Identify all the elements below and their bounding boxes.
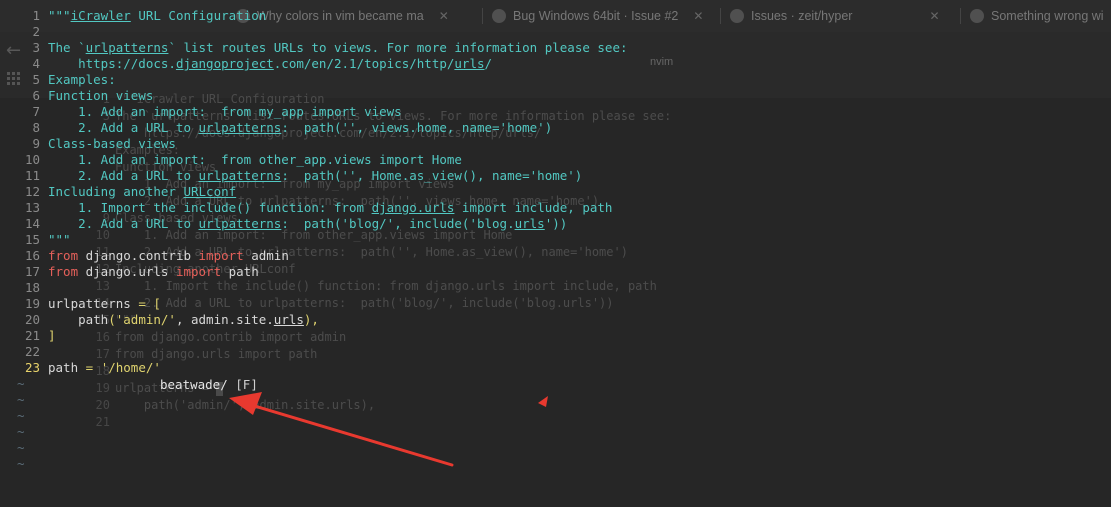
annotation-arrow-head	[229, 392, 262, 415]
annotation-arrow	[229, 392, 548, 467]
annotation-arrow-shaft	[246, 402, 454, 467]
annotation-mark	[538, 396, 548, 407]
